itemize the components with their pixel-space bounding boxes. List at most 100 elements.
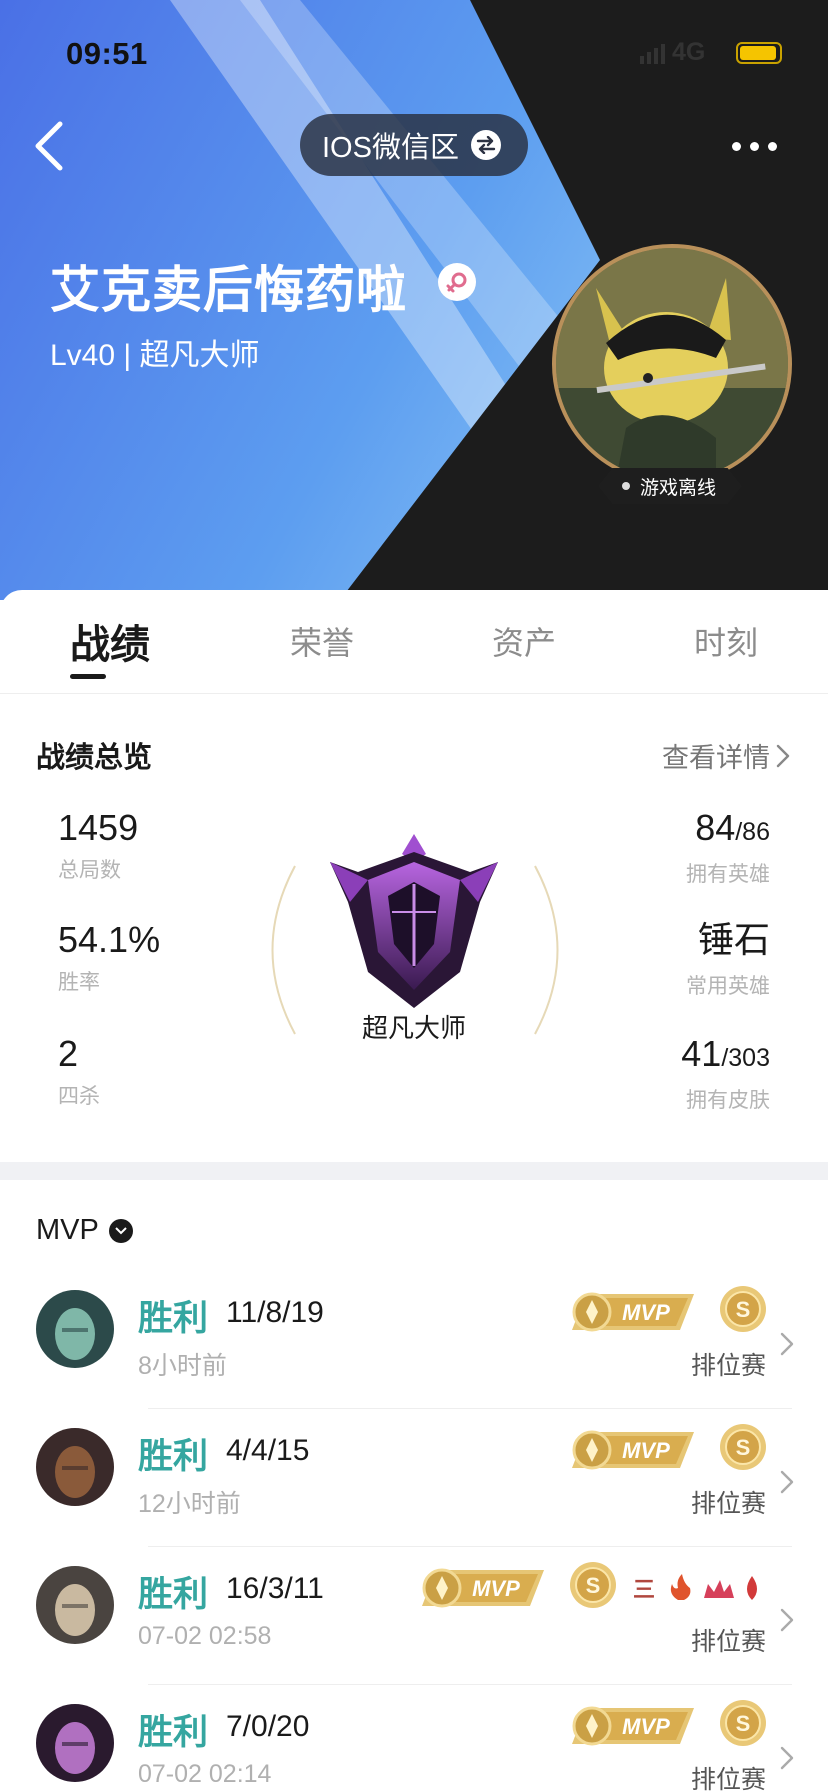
rank-name: 超凡大师 [361,1013,466,1043]
network-type: 4G [672,38,706,66]
quadra-kills-stat: 2 四杀 [58,1034,100,1110]
status-bar: 09:51 4G [0,32,828,76]
hero-avatar [36,1428,114,1506]
online-status-badge: 游戏离线 [598,468,743,504]
hero-portrait-image [36,1428,114,1506]
mvp-badge-icon: MVP [422,1568,544,1608]
s-badge-text: S [586,1573,601,1598]
crown-flame-icon [704,1580,734,1598]
player-avatar[interactable] [552,244,792,484]
avatar-image [556,248,788,480]
chevron-right-icon [780,1746,794,1770]
s-badge-text: S [736,1297,751,1322]
stat-suffix: /303 [721,1044,770,1072]
match-kda: 11/8/19 [226,1296,324,1329]
more-dot-icon [732,141,741,151]
fire-icon [670,1574,691,1600]
more-dot-icon [768,141,777,151]
hero-portrait-image [36,1566,114,1644]
row-divider [148,1408,792,1409]
chevron-right-icon [776,744,790,767]
mvp-badge-icon: MVP [572,1706,694,1746]
chevron-right-icon [780,1332,794,1356]
blood-drop-icon [747,1576,757,1600]
mvp-badge-icon: MVP [572,1430,694,1470]
total-games-stat: 1459 总局数 [58,808,138,884]
match-kda: 4/4/15 [226,1434,310,1467]
overview-title: 战绩总览 [36,742,153,774]
hero-portrait-image [36,1290,114,1368]
s-rating-badge-icon: S [570,1562,616,1608]
hero-avatar [36,1290,114,1368]
mvp-filter-label: MVP [36,1214,99,1246]
hero-avatar [36,1566,114,1644]
profile-header: 09:51 4G IOS微信区 艾克卖后悔药啦 Lv40 | 超凡大师 游戏离线 [0,0,828,600]
match-result: 胜利 [138,1437,209,1476]
battery-icon [736,42,782,64]
back-button[interactable] [30,118,80,174]
chevron-down-icon [108,1218,133,1243]
stat-value: 1459 [58,807,139,848]
status-dot-icon [622,482,630,490]
s-badge-text: S [736,1435,751,1460]
section-divider [0,1162,828,1180]
match-time: 07-02 02:14 [138,1760,272,1788]
status-time: 09:51 [66,36,148,71]
chevron-left-icon [35,121,63,171]
stat-suffix: /86 [735,818,770,846]
stat-value: 54.1% [58,919,161,960]
server-label: IOS微信区 [322,132,459,164]
tab-honor[interactable]: 荣誉 [290,618,354,664]
mvp-badge-text: MVP [622,1300,670,1325]
mvp-badge-text: MVP [472,1576,520,1601]
mvp-badge-icon: MVP [572,1292,694,1332]
s-rating-badge-icon: S [720,1700,766,1746]
match-kda: 16/3/11 [226,1572,324,1605]
match-result: 胜利 [138,1299,209,1338]
match-row[interactable]: 胜利 7/0/20 07-02 02:14 MVP S 排位赛 [0,1700,828,1792]
master-rank-emblem-icon [330,834,498,1008]
stat-label: 常用英雄 [686,975,770,998]
owned-skins-stat: 41/303 拥有皮肤 [681,1034,770,1114]
chevron-right-icon [780,1470,794,1494]
match-mode: 排位赛 [690,1628,766,1656]
stat-label: 四杀 [58,1085,100,1108]
online-status-text: 游戏离线 [640,477,717,499]
stat-label: 拥有英雄 [686,863,770,886]
mvp-badge-text: MVP [622,1714,670,1739]
server-switch-button[interactable]: IOS微信区 [300,114,528,176]
mvp-filter-button[interactable]: MVP [36,1214,133,1247]
match-row[interactable]: 胜利 4/4/15 12小时前 MVP S 排位赛 [0,1424,828,1566]
female-gender-icon [438,263,476,301]
stat-value: 锤石 [697,919,770,960]
stat-label: 拥有皮肤 [686,1089,770,1112]
tab-record[interactable]: 战绩 [70,612,150,670]
active-tab-indicator [70,674,106,679]
profile-tabs: 战绩 荣誉 资产 时刻 [0,590,828,694]
common-hero-stat: 锤石 常用英雄 [686,920,770,1000]
tab-assets[interactable]: 资产 [492,618,556,664]
match-row[interactable]: 胜利 16/3/11 07-02 02:58 MVP S 三排位赛 [0,1562,828,1704]
match-time: 07-02 02:58 [138,1622,272,1650]
stat-value: 84 [695,807,736,848]
owned-heroes-stat: 84/86 拥有英雄 [686,808,770,888]
signal-icon [640,44,665,64]
stat-label: 胜率 [58,971,100,994]
row-divider [148,1546,792,1547]
player-level: Lv40 | 超凡大师 [50,339,260,372]
mvp-badge-text: MVP [622,1438,670,1463]
match-result: 胜利 [138,1575,209,1614]
triple-kill-text: 三 [634,1578,655,1603]
more-dot-icon [750,141,759,151]
view-details-link[interactable]: 查看详情 [662,736,790,775]
hero-portrait-image [36,1704,114,1782]
s-rating-badge-icon: S [720,1424,766,1470]
more-options-button[interactable] [732,126,788,166]
chevron-right-icon [780,1608,794,1632]
s-rating-badge-icon: S [720,1286,766,1332]
match-row[interactable]: 胜利 11/8/19 8小时前 MVP S 排位赛 [0,1286,828,1428]
match-time: 12小时前 [138,1490,241,1518]
tab-moments[interactable]: 时刻 [694,618,758,664]
view-details-label: 查看详情 [662,743,770,773]
win-rate-stat: 54.1% 胜率 [58,920,160,996]
